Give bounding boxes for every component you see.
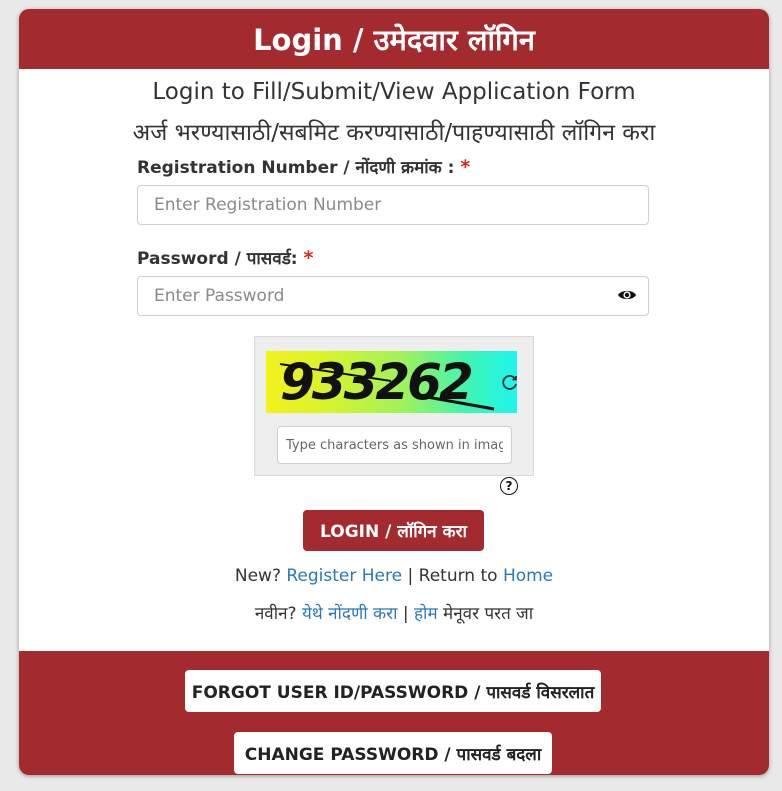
separator: |	[402, 604, 409, 624]
registration-label: Registration Number / नोंदणी क्रमांक : *	[137, 155, 470, 178]
separator: |	[407, 566, 414, 586]
new-text: New?	[234, 566, 281, 586]
register-links-english: New? Register Here | Return to Home	[19, 566, 769, 586]
password-input[interactable]	[137, 276, 649, 316]
marathi-return-text: मेनूवर परत जा	[443, 604, 534, 624]
register-here-link[interactable]: Register Here	[286, 566, 402, 586]
login-button[interactable]: LOGIN / लॉगिन करा	[303, 510, 484, 551]
page-title: Login / उमेदवार लॉगिन	[253, 22, 535, 57]
eye-icon[interactable]	[617, 288, 637, 302]
required-mark: *	[303, 247, 314, 269]
question-circle-icon[interactable]: ?	[500, 477, 518, 495]
register-links-marathi: नवीन? येथे नोंदणी करा | होम मेनूवर परत ज…	[19, 601, 769, 624]
refresh-icon[interactable]	[501, 374, 519, 392]
registration-label-text: Registration Number / नोंदणी क्रमांक :	[137, 158, 455, 178]
return-to-text: Return to	[418, 566, 498, 586]
forgot-password-button[interactable]: FORGOT USER ID/PASSWORD / पासवर्ड विसरला…	[185, 670, 601, 712]
home-link[interactable]: Home	[503, 566, 553, 586]
captcha-noise-lines	[279, 363, 495, 411]
required-mark: *	[460, 156, 471, 178]
captcha-image: 933262	[266, 351, 517, 413]
footer-bar: FORGOT USER ID/PASSWORD / पासवर्ड विसरला…	[19, 651, 769, 775]
password-label: Password / पासवर्ड: *	[137, 246, 313, 269]
marathi-home-link[interactable]: होम	[414, 604, 438, 624]
captcha-input[interactable]	[277, 426, 512, 464]
change-password-button[interactable]: CHANGE PASSWORD / पासवर्ड बदला	[234, 732, 552, 774]
login-header: Login / उमेदवार लॉगिन	[19, 9, 769, 69]
subtitle-english: Login to Fill/Submit/View Application Fo…	[152, 79, 636, 105]
captcha-box: 933262	[254, 336, 534, 476]
marathi-register-link[interactable]: येथे नोंदणी करा	[302, 604, 398, 624]
registration-number-input[interactable]	[137, 185, 649, 225]
password-label-text: Password / पासवर्ड:	[137, 249, 298, 269]
subtitle-marathi: अर्ज भरण्यासाठी/सबमिट करण्यासाठी/पाहण्या…	[132, 120, 656, 146]
marathi-new-text: नवीन?	[254, 604, 297, 624]
login-card: Login / उमेदवार लॉगिन Login to Fill/Subm…	[19, 9, 769, 775]
